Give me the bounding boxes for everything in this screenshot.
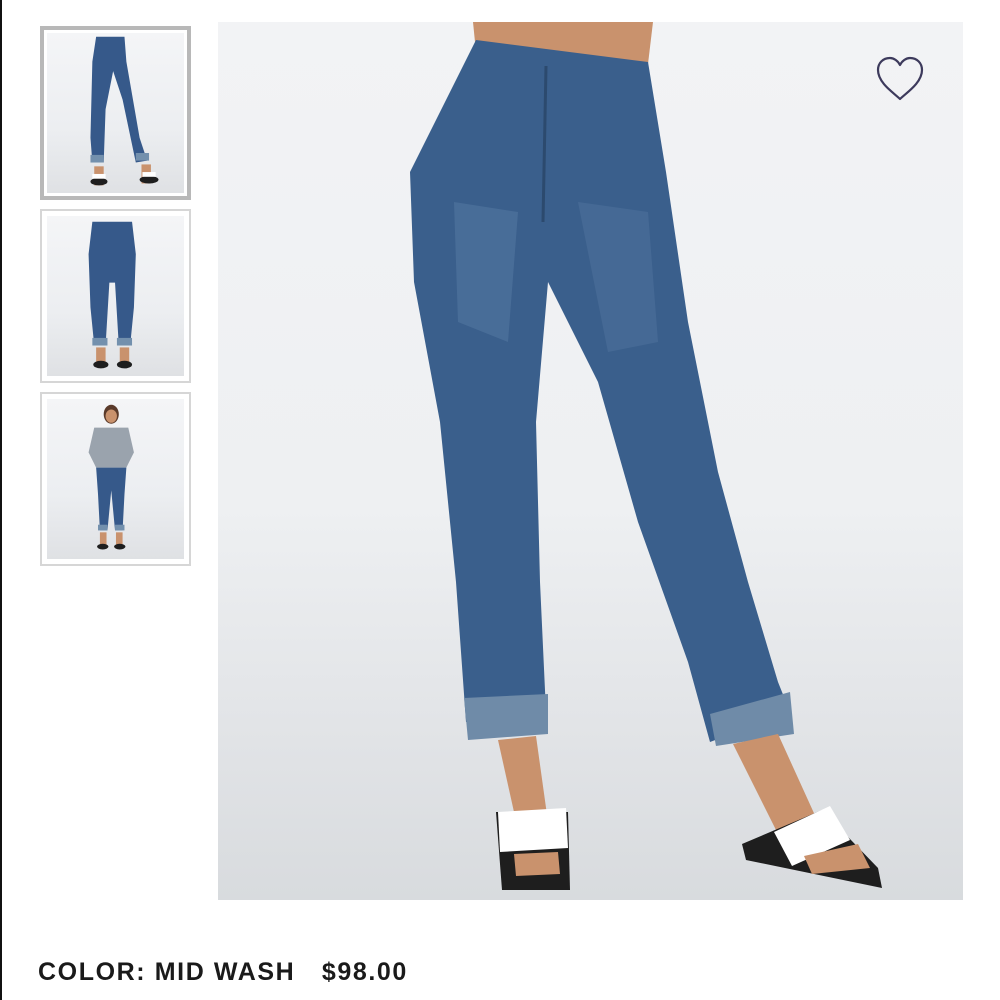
thumbnail-outfit-image (47, 399, 184, 559)
thumbnail-list (40, 26, 191, 575)
wishlist-button[interactable] (874, 55, 926, 103)
color-label: COLOR: MID WASH (38, 958, 296, 986)
thumbnail-full-outfit-view[interactable] (40, 392, 191, 566)
heart-outline-icon (876, 56, 924, 101)
jeans-model-figure (410, 22, 882, 890)
thumbnail-front-view[interactable] (40, 26, 191, 200)
left-border (0, 0, 2, 1000)
main-product-image[interactable] (218, 22, 963, 900)
product-info-line: COLOR: MID WASH $98.00 (38, 958, 408, 987)
price: $98.00 (321, 958, 408, 986)
thumbnail-back-view[interactable] (40, 209, 191, 383)
thumbnail-front-image (47, 33, 184, 193)
thumbnail-back-image (47, 216, 184, 376)
